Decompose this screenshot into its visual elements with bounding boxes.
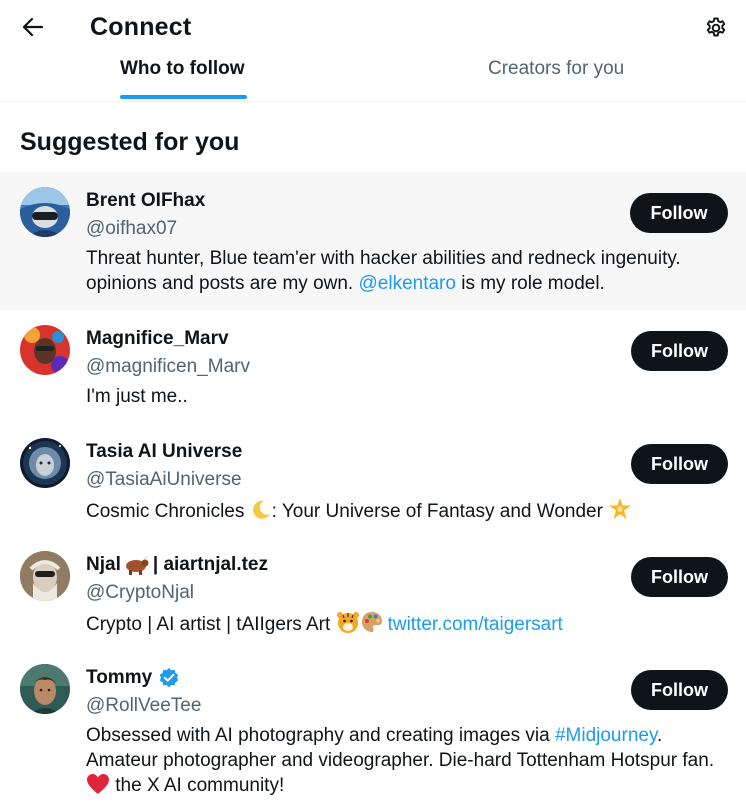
user-bio: Threat hunter, Blue team'er with hacker … (86, 246, 726, 296)
tab-who-to-follow[interactable]: Who to follow (120, 52, 247, 102)
user-name[interactable]: Tasia AI Universe (86, 441, 242, 463)
red-heart-icon (87, 774, 109, 794)
follow-button[interactable]: Follow (631, 557, 728, 597)
user-bio: Crypto | AI artist | tAIIgers Art twitte… (86, 610, 726, 637)
section-title: Suggested for you (20, 128, 240, 156)
user-cell[interactable]: Magnifice_Marv @magnificen_Marv I'm just… (0, 310, 746, 422)
follow-button[interactable]: Follow (631, 331, 728, 371)
user-cell[interactable]: Brent OIFhax @oifhax07 Threat hunter, Bl… (0, 172, 746, 310)
gear-icon (706, 17, 726, 37)
name-text: Tommy (86, 667, 153, 688)
bio-text: : Your Universe of Fantasy and Wonder (271, 501, 609, 522)
user-name[interactable]: Njal | aiartnjal.tez (86, 554, 268, 576)
top-bar: Connect (0, 0, 746, 56)
tab-bar: Who to follow Creators for you (0, 52, 746, 102)
hashtag-link[interactable]: #Midjourney (555, 725, 657, 746)
ox-icon (125, 556, 149, 575)
name-text: Njal (86, 554, 121, 575)
user-handle: @oifhax07 (86, 218, 178, 239)
name-text: | aiartnjal.tez (152, 554, 268, 575)
user-handle: @TasiaAiUniverse (86, 469, 242, 490)
user-bio: I'm just me.. (86, 386, 188, 407)
follow-button[interactable]: Follow (631, 670, 728, 710)
user-cell[interactable]: Tasia AI Universe @TasiaAiUniverse Cosmi… (0, 423, 746, 536)
verified-badge-icon (159, 668, 179, 688)
avatar[interactable] (20, 187, 70, 237)
bio-text: the X AI community! (110, 775, 285, 796)
user-name[interactable]: Brent OIFhax (86, 190, 205, 212)
external-link[interactable]: twitter.com/taigersart (388, 614, 563, 635)
avatar[interactable] (20, 551, 70, 601)
avatar[interactable] (20, 664, 70, 714)
back-button[interactable] (18, 12, 48, 42)
tiger-face-icon (336, 612, 359, 633)
bio-text: Cosmic Chronicles (86, 501, 250, 522)
tab-creators-for-you[interactable]: Creators for you (488, 52, 628, 102)
crescent-moon-icon (252, 500, 270, 519)
active-tab-indicator (120, 95, 247, 99)
follow-button[interactable]: Follow (630, 193, 728, 233)
user-handle: @RollVeeTee (86, 695, 202, 716)
bio-text: Obsessed with AI photography and creatin… (86, 725, 555, 746)
user-bio: Cosmic Chronicles : Your Universe of Fan… (86, 497, 726, 524)
bio-text: is my role model. (455, 273, 605, 294)
bio-text: Crypto | AI artist | tAIIgers Art (86, 614, 336, 635)
follow-button[interactable]: Follow (631, 444, 728, 484)
mention-link[interactable]: @elkentaro (359, 273, 456, 294)
user-name[interactable]: Magnifice_Marv (86, 328, 229, 350)
user-handle: @CryptoNjal (86, 582, 194, 603)
glowing-star-icon (609, 498, 632, 519)
tab-label: Who to follow (120, 58, 245, 79)
settings-button[interactable] (700, 12, 732, 44)
page-title: Connect (90, 13, 192, 41)
artist-palette-icon (361, 612, 382, 632)
tab-label: Creators for you (488, 58, 625, 79)
user-cell[interactable]: Njal | aiartnjal.tez @CryptoNjal Crypto … (0, 536, 746, 649)
user-handle: @magnificen_Marv (86, 356, 250, 377)
avatar[interactable] (20, 438, 70, 488)
arrow-left-icon (22, 17, 44, 37)
user-cell[interactable]: Tommy @RollVeeTee Obsessed with AI photo… (0, 649, 746, 809)
user-bio: Obsessed with AI photography and creatin… (86, 723, 726, 798)
avatar[interactable] (20, 325, 70, 375)
user-name[interactable]: Tommy (86, 667, 180, 689)
